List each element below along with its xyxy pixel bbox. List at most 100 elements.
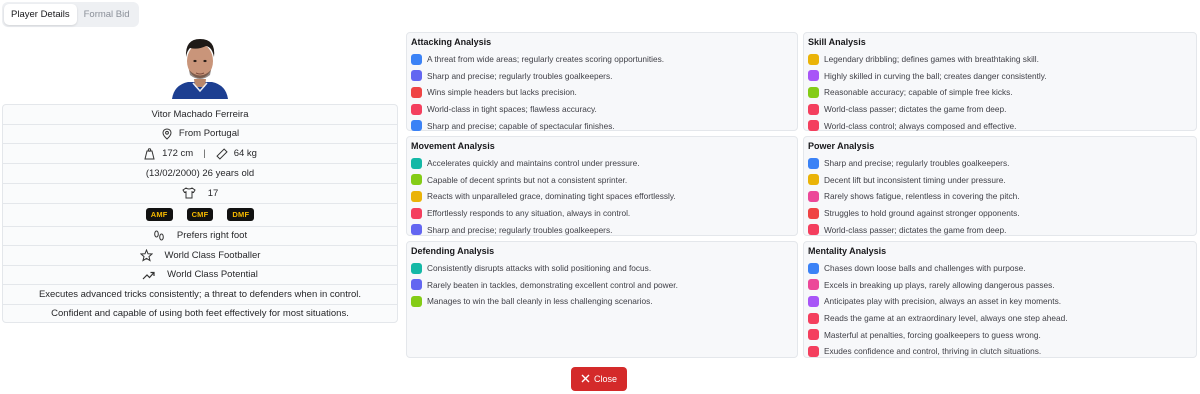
player-photo [164, 33, 236, 99]
rating-indicator [808, 329, 819, 341]
footprints-icon [153, 230, 165, 242]
item-text: World-class in tight spaces; flawless ac… [427, 104, 597, 115]
item-text: Consistently disrupts attacks with solid… [427, 263, 652, 274]
player-weight: 64 kg [233, 148, 257, 159]
rating-indicator [411, 174, 422, 186]
potential-row: World Class Potential [2, 264, 398, 284]
player-name-row: Vitor Machado Ferreira [2, 104, 398, 124]
item-text: World-class passer; dictates the game fr… [824, 224, 1007, 235]
item-text: Sharp and precise; regularly troubles go… [427, 70, 613, 81]
shirt-row: 17 [2, 182, 398, 203]
rating-indicator [808, 224, 819, 236]
card-title: Attacking Analysis [411, 37, 492, 47]
positions-row: AMF CMF DMF [2, 202, 398, 226]
movement-analysis-card: Movement Analysis Accelerates quickly an… [406, 136, 798, 236]
rating-indicator [808, 262, 819, 274]
item-text: Rarely beaten in tackles, demonstrating … [427, 279, 678, 290]
rating-indicator [808, 103, 819, 115]
level-row: World Class Footballer [2, 245, 398, 265]
item-text: Sharp and precise; capable of spectacula… [427, 120, 615, 131]
list-item: Anticipates play with precision, always … [808, 293, 1192, 310]
item-text: Struggles to hold ground against stronge… [824, 208, 1020, 219]
weight-scale-icon [143, 147, 156, 160]
item-text: Wins simple headers but lacks precision. [427, 87, 577, 98]
tab-formal-bid[interactable]: Formal Bid [77, 4, 137, 25]
list-item: Decent lift but inconsistent timing unde… [808, 172, 1192, 189]
shirt-icon [182, 187, 196, 199]
list-item: World-class passer; dictates the game fr… [808, 221, 1192, 238]
player-origin: From Portugal [178, 128, 240, 140]
card-title: Mentality Analysis [808, 246, 887, 256]
list-item: World-class passer; dictates the game fr… [808, 101, 1192, 118]
rating-indicator [411, 157, 422, 169]
rating-indicator [411, 295, 422, 307]
rating-indicator [808, 53, 819, 65]
item-text: Accelerates quickly and maintains contro… [427, 158, 640, 169]
item-text: Decent lift but inconsistent timing unde… [824, 174, 1006, 185]
list-item: Struggles to hold ground against stronge… [808, 205, 1192, 222]
rating-indicator [808, 190, 819, 202]
item-text: Legendary dribbling; defines games with … [824, 54, 1039, 65]
item-text: Reads the game at an extraordinary level… [824, 313, 1068, 324]
list-item: Capable of decent sprints but not a cons… [411, 172, 793, 189]
card-title: Defending Analysis [411, 246, 495, 256]
list-item: Reasonable accuracy; capable of simple f… [808, 84, 1192, 101]
list-item: Legendary dribbling; defines games with … [808, 51, 1192, 68]
dob-row: (13/02/2000) 26 years old [2, 163, 398, 183]
list-item: Consistently disrupts attacks with solid… [411, 260, 793, 277]
location-pin-icon [161, 128, 173, 140]
list-item: Sharp and precise; regularly troubles go… [411, 68, 793, 85]
player-dob: (13/02/2000) 26 years old [145, 167, 255, 179]
list-item: Sharp and precise; regularly troubles go… [808, 155, 1192, 172]
star-icon [139, 248, 153, 262]
rating-indicator [411, 279, 422, 291]
trait-row-2: Confident and capable of using both feet… [2, 303, 398, 323]
list-item: Sharp and precise; regularly troubles go… [411, 221, 793, 238]
rating-indicator [808, 174, 819, 186]
list-item: Manages to win the ball cleanly in less … [411, 293, 793, 310]
ruler-icon [216, 147, 228, 160]
item-text: Manages to win the ball cleanly in less … [427, 296, 653, 307]
card-title: Movement Analysis [411, 141, 495, 151]
preferred-foot: Prefers right foot [176, 230, 248, 242]
rating-indicator [411, 53, 422, 65]
item-text: Exudes confidence and control, thriving … [824, 346, 1042, 357]
item-text: Chases down loose balls and challenges w… [824, 263, 1026, 274]
trait-row-1: Executes advanced tricks consistently; a… [2, 284, 398, 304]
item-text: Excels in breaking up plays, rarely allo… [824, 279, 1055, 290]
rating-indicator [411, 70, 422, 82]
defending-analysis-card: Defending Analysis Consistently disrupts… [406, 241, 798, 358]
position-badge-amf: AMF [145, 208, 173, 221]
tab-player-details[interactable]: Player Details [4, 4, 77, 25]
rating-indicator [411, 86, 422, 98]
item-text: Highly skilled in curving the ball; crea… [824, 70, 1047, 81]
item-text: World-class passer; dictates the game fr… [824, 104, 1007, 115]
player-height: 172 cm [162, 148, 194, 159]
list-item: Wins simple headers but lacks precision. [411, 84, 793, 101]
item-text: Capable of decent sprints but not a cons… [427, 174, 628, 185]
position-badge-dmf: DMF [227, 208, 255, 221]
separator: | [203, 148, 206, 159]
list-item: Accelerates quickly and maintains contro… [411, 155, 793, 172]
list-item: Masterful at penalties, forcing goalkeep… [808, 326, 1192, 343]
rating-indicator [808, 312, 819, 324]
item-text: Anticipates play with precision, always … [824, 296, 1062, 307]
rating-indicator [808, 157, 819, 169]
close-icon [581, 374, 590, 385]
item-text: Sharp and precise; regularly troubles go… [427, 224, 613, 235]
item-text: Sharp and precise; regularly troubles go… [824, 158, 1010, 169]
list-item: Highly skilled in curving the ball; crea… [808, 68, 1192, 85]
list-item: Reacts with unparalleled grace, dominati… [411, 188, 793, 205]
rating-indicator [411, 190, 422, 202]
item-text: Rarely shows fatigue, relentless in cove… [824, 191, 1020, 202]
trait-text: Confident and capable of using both feet… [51, 307, 349, 319]
rating-indicator [411, 207, 422, 219]
player-info-panel: Vitor Machado Ferreira From Portugal 172… [2, 104, 398, 323]
list-item: Chases down loose balls and challenges w… [808, 260, 1192, 277]
close-button[interactable]: Close [571, 367, 627, 391]
rating-indicator [411, 262, 422, 274]
rating-indicator [808, 207, 819, 219]
list-item: A threat from wide areas; regularly crea… [411, 51, 793, 68]
list-item: Sharp and precise; capable of spectacula… [411, 117, 793, 134]
tab-bar: Player Details Formal Bid [2, 2, 139, 27]
